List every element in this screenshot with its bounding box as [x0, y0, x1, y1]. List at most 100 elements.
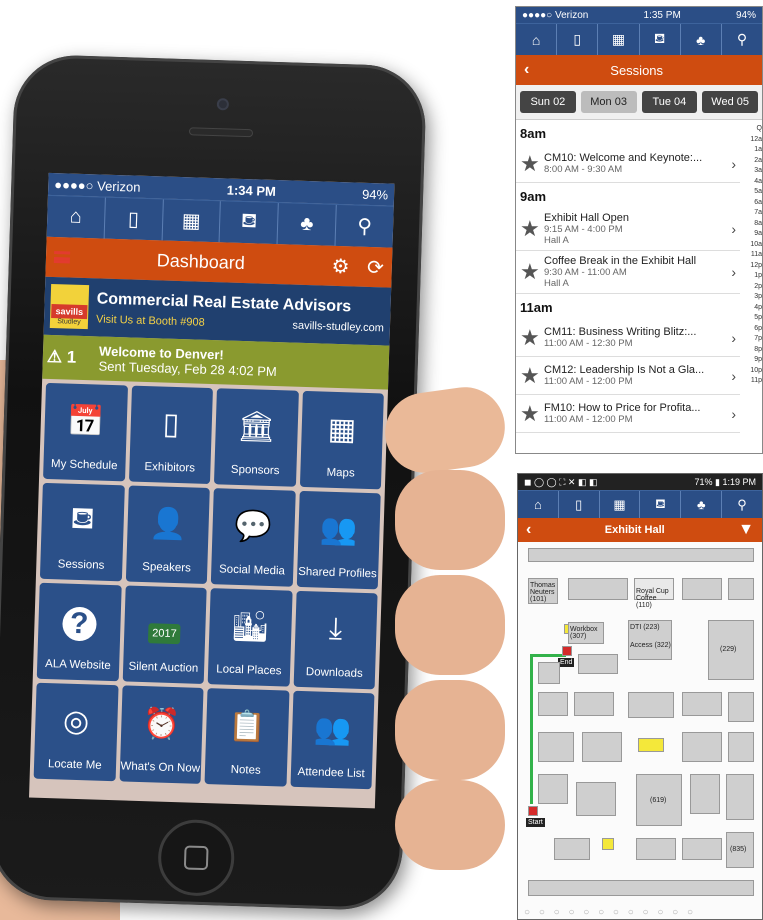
logo-text-top: savills — [51, 303, 88, 320]
tile-locate-me[interactable]: ◎ Locate Me — [33, 682, 119, 782]
booth[interactable] — [538, 732, 574, 762]
tile-my-schedule[interactable]: 📅 My Schedule — [43, 382, 128, 482]
home-icon[interactable]: ⌂ — [46, 195, 106, 239]
phone-icon[interactable]: ▯ — [557, 24, 599, 55]
phone-icon[interactable]: ▯ — [559, 491, 600, 518]
tile-local-places[interactable]: 🏙 Local Places — [207, 588, 293, 687]
list-item[interactable]: ★ CM12: Leadership Is Not a Gla... 11:00 … — [516, 357, 740, 395]
floor-map[interactable]: Thomas Neuters (101) Royal Cup Coffee (1… — [518, 542, 762, 919]
star-icon[interactable]: ★ — [520, 259, 544, 285]
tile-whats-on-now[interactable]: ⏰ What's On Now — [119, 685, 204, 784]
booth[interactable] — [682, 692, 722, 716]
star-icon[interactable]: ★ — [520, 151, 544, 177]
gear-icon[interactable]: ⚙ — [331, 255, 350, 278]
star-icon[interactable]: ★ — [520, 325, 544, 351]
status-bar: ◼ ◯ ◯ ⛶ ✕ ◧ ◧ 71% ▮ 1:19 PM — [518, 474, 762, 490]
booth[interactable] — [728, 732, 754, 762]
booth[interactable] — [682, 732, 722, 762]
booth[interactable] — [554, 838, 590, 860]
list-item[interactable]: ★ CM10: Welcome and Keynote:... 8:00 AM -… — [516, 145, 740, 183]
search-icon[interactable]: ⚲ — [722, 24, 762, 55]
tile-downloads[interactable]: ⤓ Downloads — [293, 590, 378, 690]
booth[interactable] — [538, 662, 560, 684]
presentation-icon[interactable]: ⛾ — [640, 491, 682, 518]
booth[interactable] — [578, 654, 618, 674]
search-icon[interactable]: ⚲ — [336, 205, 394, 248]
speaker-icon[interactable]: ♣ — [681, 491, 723, 518]
tile-maps[interactable]: ▦ Maps — [299, 390, 384, 490]
qr-icon[interactable]: ▦ — [598, 24, 640, 55]
timeline-label: 11a — [750, 251, 762, 258]
back-icon[interactable]: ‹ — [526, 521, 531, 539]
booth[interactable] — [682, 578, 722, 600]
title-bar: ‹ Exhibit Hall ▼ — [518, 518, 762, 542]
presentation-icon[interactable]: ⛾ — [640, 24, 681, 55]
download-icon: ⤓ — [328, 612, 343, 646]
refresh-icon[interactable]: ⟳ — [367, 256, 384, 279]
tile-sessions[interactable]: ⛾ Sessions — [39, 482, 125, 582]
booth[interactable] — [636, 838, 676, 860]
list-item[interactable]: ★ Coffee Break in the Exhibit Hall 9:30 A… — [516, 251, 740, 294]
booth[interactable] — [728, 692, 754, 722]
booth-icon: ▯ — [162, 407, 180, 441]
home-icon[interactable]: ⌂ — [516, 24, 558, 55]
booth[interactable] — [690, 774, 720, 814]
timeline-label: 6a — [754, 198, 762, 206]
filter-icon[interactable]: ▼ — [738, 521, 754, 539]
star-icon[interactable]: ★ — [520, 216, 544, 242]
star-icon[interactable]: ★ — [520, 363, 544, 389]
tab-day[interactable]: Mon 03 — [580, 91, 637, 113]
tab-day[interactable]: Tue 04 — [641, 91, 698, 113]
booth[interactable] — [728, 578, 754, 600]
home-icon[interactable]: ⌂ — [518, 491, 559, 518]
tile-ala-website[interactable]: ? ALA Website — [36, 582, 122, 682]
star-icon[interactable]: ★ — [520, 401, 544, 427]
tile-shared-profiles[interactable]: 👥 Shared Profiles — [296, 490, 381, 590]
home-button[interactable] — [157, 818, 236, 897]
qr-icon[interactable]: ▦ — [600, 491, 641, 518]
booth-row[interactable] — [528, 548, 754, 562]
booth[interactable] — [628, 692, 674, 718]
tile-sponsors[interactable]: 🏛 Sponsors — [213, 388, 299, 487]
list-item[interactable]: ★ FM10: How to Price for Profita... 11:00… — [516, 395, 740, 433]
qr-icon[interactable]: ▦ — [162, 199, 222, 243]
session-title: FM10: How to Price for Profita... — [544, 402, 701, 414]
booth[interactable] — [574, 692, 614, 716]
savills-logo: savills Studley — [49, 283, 90, 330]
booth[interactable] — [682, 838, 722, 860]
booth[interactable] — [576, 782, 616, 816]
tab-day[interactable]: Sun 02 — [520, 91, 576, 113]
session-time: 11:00 AM - 12:00 PM — [544, 376, 633, 387]
booth-row[interactable] — [528, 880, 754, 896]
booth[interactable] — [538, 774, 568, 804]
tile-silent-auction[interactable]: 2017 Silent Auction — [122, 585, 207, 684]
tile-notes[interactable]: 📋 Notes — [204, 688, 290, 787]
tile-label: ALA Website — [44, 657, 111, 672]
banner-url: savills-studley.com — [292, 319, 385, 334]
presentation-icon[interactable]: ⛾ — [220, 201, 280, 245]
booth[interactable] — [726, 774, 754, 820]
tab-day[interactable]: Wed 05 — [702, 91, 758, 113]
sponsor-banner[interactable]: savills Studley Commercial Real Estate A… — [43, 276, 392, 346]
page-title: Dashboard — [156, 249, 246, 273]
speaker-icon[interactable]: ♣ — [681, 24, 722, 55]
tile-speakers[interactable]: 👤 Speakers — [125, 485, 210, 585]
tile-social-media[interactable]: 💬 Social Media — [210, 488, 296, 587]
booth[interactable] — [538, 692, 568, 716]
booth[interactable] — [582, 732, 622, 762]
speaker-icon[interactable]: ♣ — [277, 203, 337, 246]
time-scrubber[interactable]: Q 12a 1a 2a 3a 4a 5a 6a 7a 8a 9a 10a 11a 12p 1p 2p 3p 4p 5… — [742, 120, 762, 387]
search-icon[interactable]: ⚲ — [722, 491, 762, 518]
menu-icon[interactable] — [53, 251, 71, 264]
tile-exhibitors[interactable]: ▯ Exhibitors — [128, 385, 213, 485]
tile-attendee-list[interactable]: 👥 Attendee List — [289, 690, 375, 790]
city-icon: 🏙 — [230, 609, 270, 644]
phone-icon[interactable]: ▯ — [104, 197, 164, 241]
list-item[interactable]: ★ Exhibit Hall Open 9:15 AM - 4:00 PM Hall… — [516, 208, 740, 251]
booth-highlight[interactable] — [638, 738, 664, 752]
booth-label: Access (322) — [630, 642, 671, 649]
back-icon[interactable]: ‹ — [524, 61, 529, 79]
booth[interactable] — [568, 578, 628, 600]
booth-highlight[interactable] — [602, 838, 614, 850]
list-item[interactable]: ★ CM11: Business Writing Blitz:... 11:00 … — [516, 319, 740, 357]
